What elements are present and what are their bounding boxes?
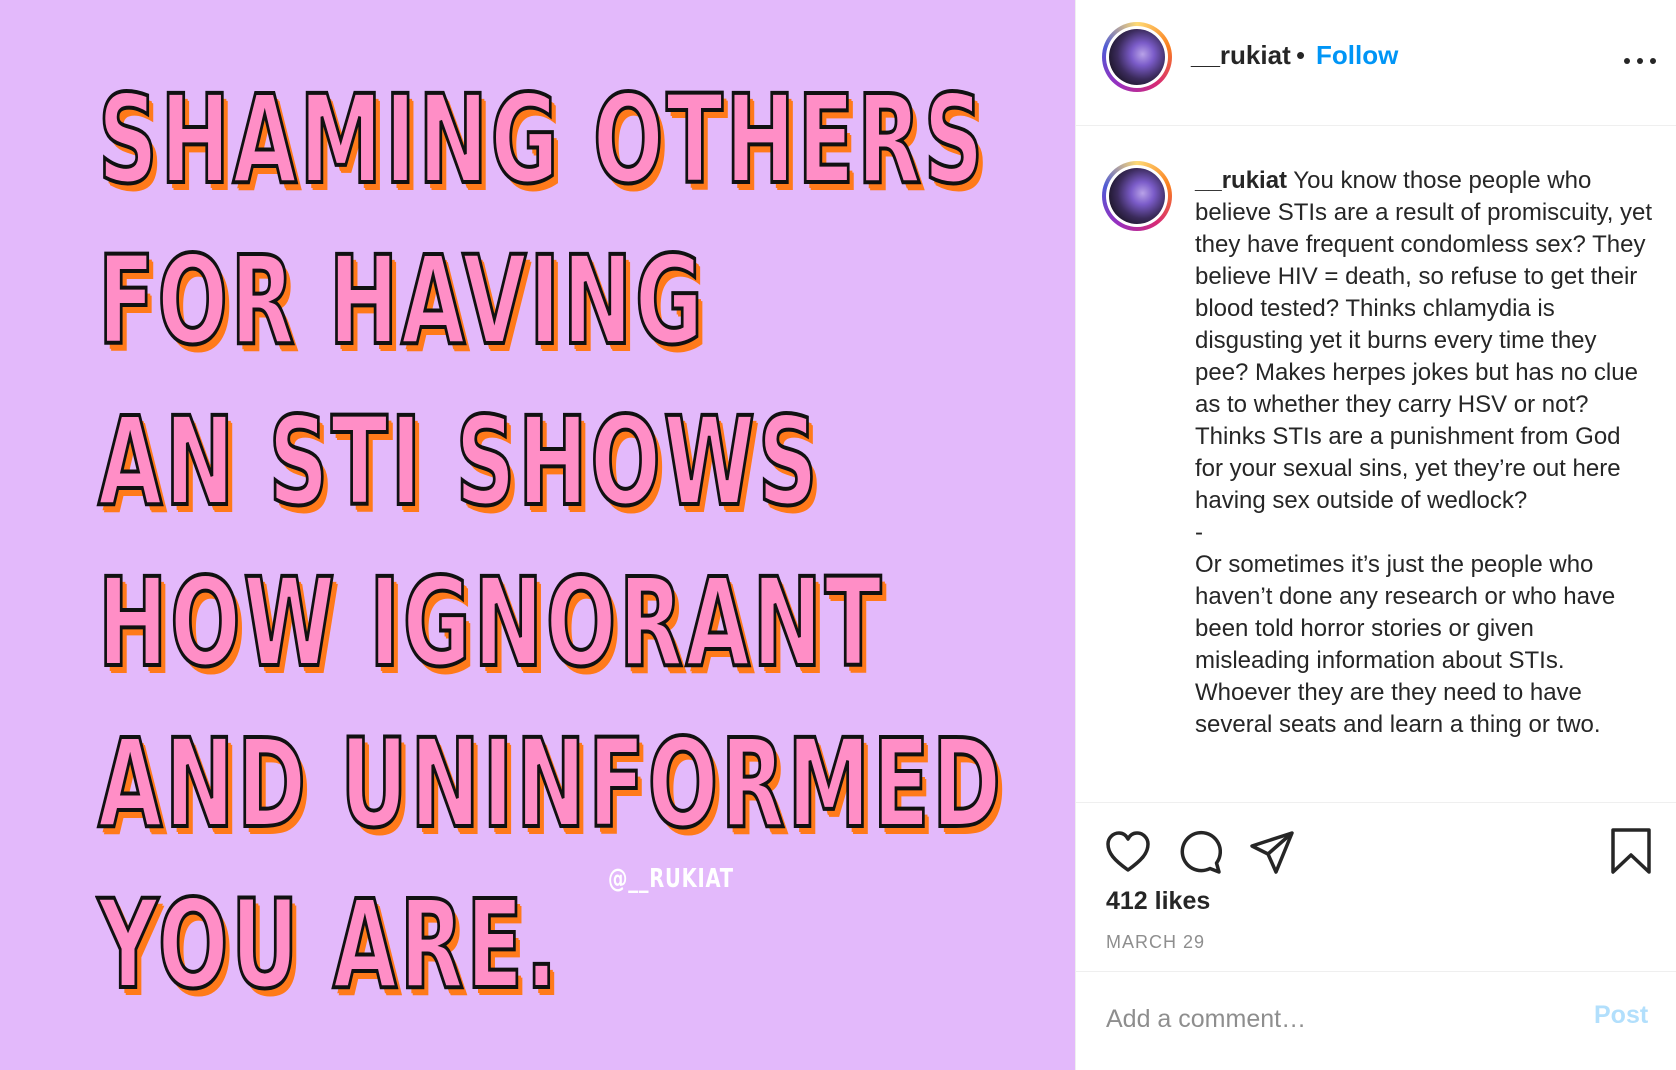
header-separator: • (1296, 40, 1306, 70)
headline-line: FOR HAVING (97, 228, 706, 374)
post-side-panel: __rukiat • Follow __rukiat You know thos… (1075, 0, 1676, 1070)
post-actions: 412 likes MARCH 29 (1076, 804, 1676, 972)
avatar[interactable] (1102, 22, 1172, 92)
image-watermark: @__RUKIAT (608, 864, 734, 894)
headline-line: AND UNINFORMED (97, 711, 1004, 857)
caption-divider: - (1195, 519, 1203, 546)
headline-line: HOW IGNORANT (97, 550, 885, 696)
caption-paragraph: You know those people who believe STIs a… (1195, 167, 1653, 514)
post-date: MARCH 29 (1106, 932, 1206, 952)
bookmark-icon[interactable] (1608, 826, 1654, 876)
caption-area[interactable]: __rukiat You know those people who belie… (1076, 127, 1676, 803)
caption-text: __rukiat You know those people who belie… (1195, 165, 1655, 741)
more-horizontal-icon[interactable] (1620, 46, 1660, 76)
profile-photo (1109, 168, 1165, 224)
caption-username[interactable]: __rukiat (1195, 167, 1287, 194)
comment-bar: Post (1076, 973, 1676, 1070)
profile-photo (1109, 29, 1165, 85)
caption-avatar[interactable] (1102, 161, 1172, 231)
comment-input[interactable] (1106, 999, 1546, 1039)
header-username[interactable]: __rukiat (1191, 40, 1291, 71)
follow-button[interactable]: Follow (1316, 40, 1398, 71)
caption-paragraph: Or sometimes it’s just the people who ha… (1195, 551, 1616, 738)
heart-icon[interactable] (1104, 828, 1152, 876)
likes-count[interactable]: 412 likes (1106, 887, 1210, 916)
share-icon[interactable] (1248, 828, 1296, 876)
headline-line: AN STI SHOWS (97, 389, 821, 535)
headline-line: SHAMING OTHERS (97, 67, 987, 213)
post-header: __rukiat • Follow (1076, 0, 1676, 126)
post-image[interactable]: SHAMING OTHERS FOR HAVING AN STI SHOWS H… (0, 0, 1075, 1070)
comment-icon[interactable] (1176, 828, 1224, 876)
post-comment-button[interactable]: Post (1594, 1001, 1648, 1030)
